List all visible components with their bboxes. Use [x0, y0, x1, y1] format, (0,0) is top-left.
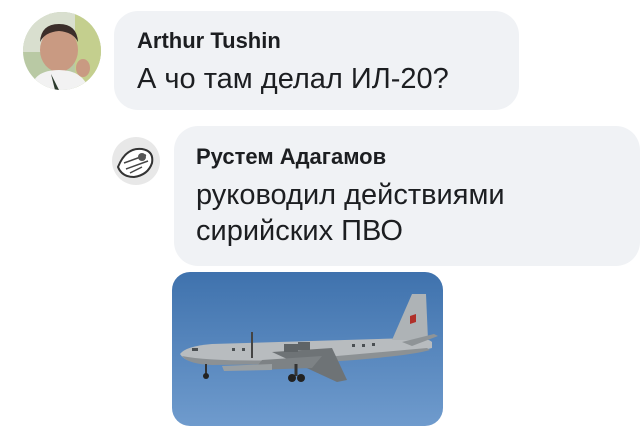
user-photo-avatar-icon: [23, 12, 101, 90]
attached-photo[interactable]: [172, 272, 443, 426]
user-sketch-avatar-icon: [112, 137, 160, 185]
avatar-arthur-tushin[interactable]: [23, 12, 101, 90]
reply-bubble[interactable]: Рустем Адагамов руководил действиями сир…: [174, 126, 640, 266]
comment-text: А чо там делал ИЛ-20?: [137, 63, 449, 95]
comment-bubble[interactable]: Arthur Tushin А чо там делал ИЛ-20?: [114, 11, 519, 110]
comment-author[interactable]: Arthur Tushin: [137, 28, 519, 54]
avatar-rustem-adagamov[interactable]: [112, 137, 160, 185]
comment-author[interactable]: Рустем Адагамов: [196, 144, 640, 170]
comment-text-line: сирийских ПВО: [196, 215, 403, 247]
comment-text-line: руководил действиями: [196, 179, 505, 211]
airplane-photo-icon: [172, 272, 443, 426]
